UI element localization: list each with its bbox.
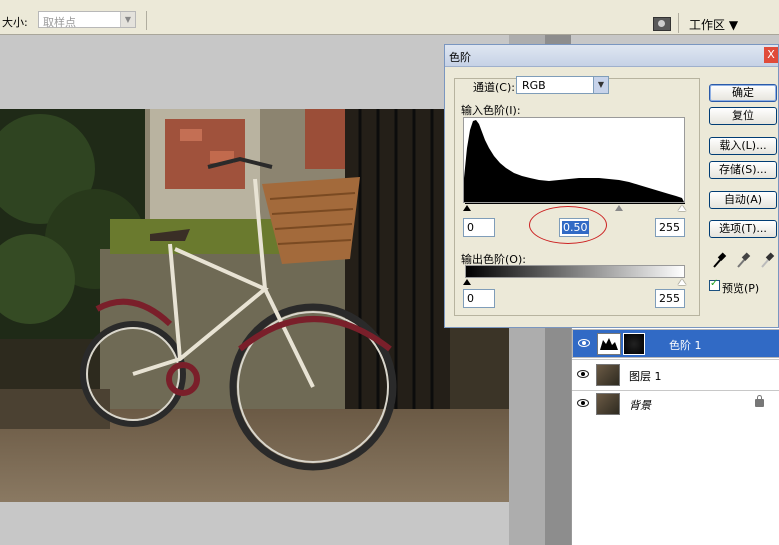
ok-button[interactable]: 确定 (709, 84, 777, 102)
file-browser-icon[interactable] (653, 17, 671, 31)
close-icon[interactable]: X (764, 47, 778, 63)
options-button[interactable]: 选项(T)... (709, 220, 777, 238)
layer-row-levels[interactable]: 色阶 1 (572, 329, 779, 358)
chevron-down-icon: ▼ (593, 77, 608, 93)
input-white-value: 255 (659, 221, 680, 234)
white-eyedropper-icon[interactable] (759, 251, 775, 269)
input-black-value: 0 (467, 221, 474, 234)
layer-thumbnail (596, 364, 620, 386)
options-bar: 大小: 取样点 ▼ 工作区 ▼ (0, 6, 779, 35)
input-slider-track (465, 203, 685, 204)
save-button[interactable]: 存储(S)... (709, 161, 777, 179)
preview-checkbox[interactable] (709, 278, 720, 291)
reset-button[interactable]: 复位 (709, 107, 777, 125)
input-black-slider[interactable] (463, 205, 471, 211)
lock-icon (755, 395, 764, 407)
output-black-field[interactable]: 0 (463, 289, 495, 308)
dialog-title: 色阶 (449, 51, 471, 64)
output-white-slider[interactable] (678, 279, 686, 285)
size-label: 大小: (2, 16, 28, 29)
layer-mask-thumbnail (623, 333, 645, 355)
highlight-circle (529, 206, 607, 244)
histogram (463, 117, 685, 203)
layer-name: 背景 (629, 399, 651, 412)
input-black-field[interactable]: 0 (463, 218, 495, 237)
layer-name: 色阶 1 (669, 339, 702, 352)
black-eyedropper-icon[interactable] (711, 251, 727, 269)
layers-panel: 色阶 1 图层 1 背景 (571, 328, 779, 545)
layer-name: 图层 1 (629, 370, 662, 383)
chevron-down-icon: ▼ (120, 12, 135, 27)
bicycle-photo (0, 109, 509, 502)
load-button[interactable]: 载入(L)... (709, 137, 777, 155)
output-gradient (465, 265, 685, 278)
input-white-field[interactable]: 255 (655, 218, 685, 237)
workspace-button[interactable]: 工作区 ▼ (689, 16, 738, 33)
image-canvas[interactable] (0, 109, 509, 502)
input-white-slider[interactable] (678, 205, 686, 211)
dialog-titlebar[interactable]: 色阶 X (445, 45, 778, 67)
sample-size-value: 取样点 (43, 16, 76, 29)
preview-label: 预览(P) (722, 282, 760, 295)
input-levels-label: 输入色阶(I): (461, 104, 521, 117)
divider (678, 13, 679, 33)
visibility-eye-icon[interactable] (578, 339, 590, 347)
layer-thumbnail (596, 393, 620, 415)
levels-adjustment-icon (597, 333, 621, 355)
auto-button[interactable]: 自动(A) (709, 191, 777, 209)
layer-row-layer1[interactable]: 图层 1 (572, 361, 779, 390)
layer-row-background[interactable]: 背景 (572, 390, 779, 419)
visibility-eye-icon[interactable] (577, 399, 589, 407)
divider (572, 359, 779, 360)
channel-value: RGB (522, 79, 546, 92)
output-black-value: 0 (467, 292, 474, 305)
output-black-slider[interactable] (463, 279, 471, 285)
visibility-eye-icon[interactable] (577, 370, 589, 378)
input-gamma-slider[interactable] (615, 205, 623, 211)
divider (146, 11, 147, 30)
histogram-graph (464, 120, 684, 202)
channel-select[interactable]: RGB ▼ (516, 76, 609, 94)
output-white-field[interactable]: 255 (655, 289, 685, 308)
channel-label: 通道(C): (473, 81, 515, 94)
output-white-value: 255 (659, 292, 680, 305)
sample-size-select[interactable]: 取样点 ▼ (38, 11, 136, 29)
gray-eyedropper-icon[interactable] (735, 251, 751, 269)
